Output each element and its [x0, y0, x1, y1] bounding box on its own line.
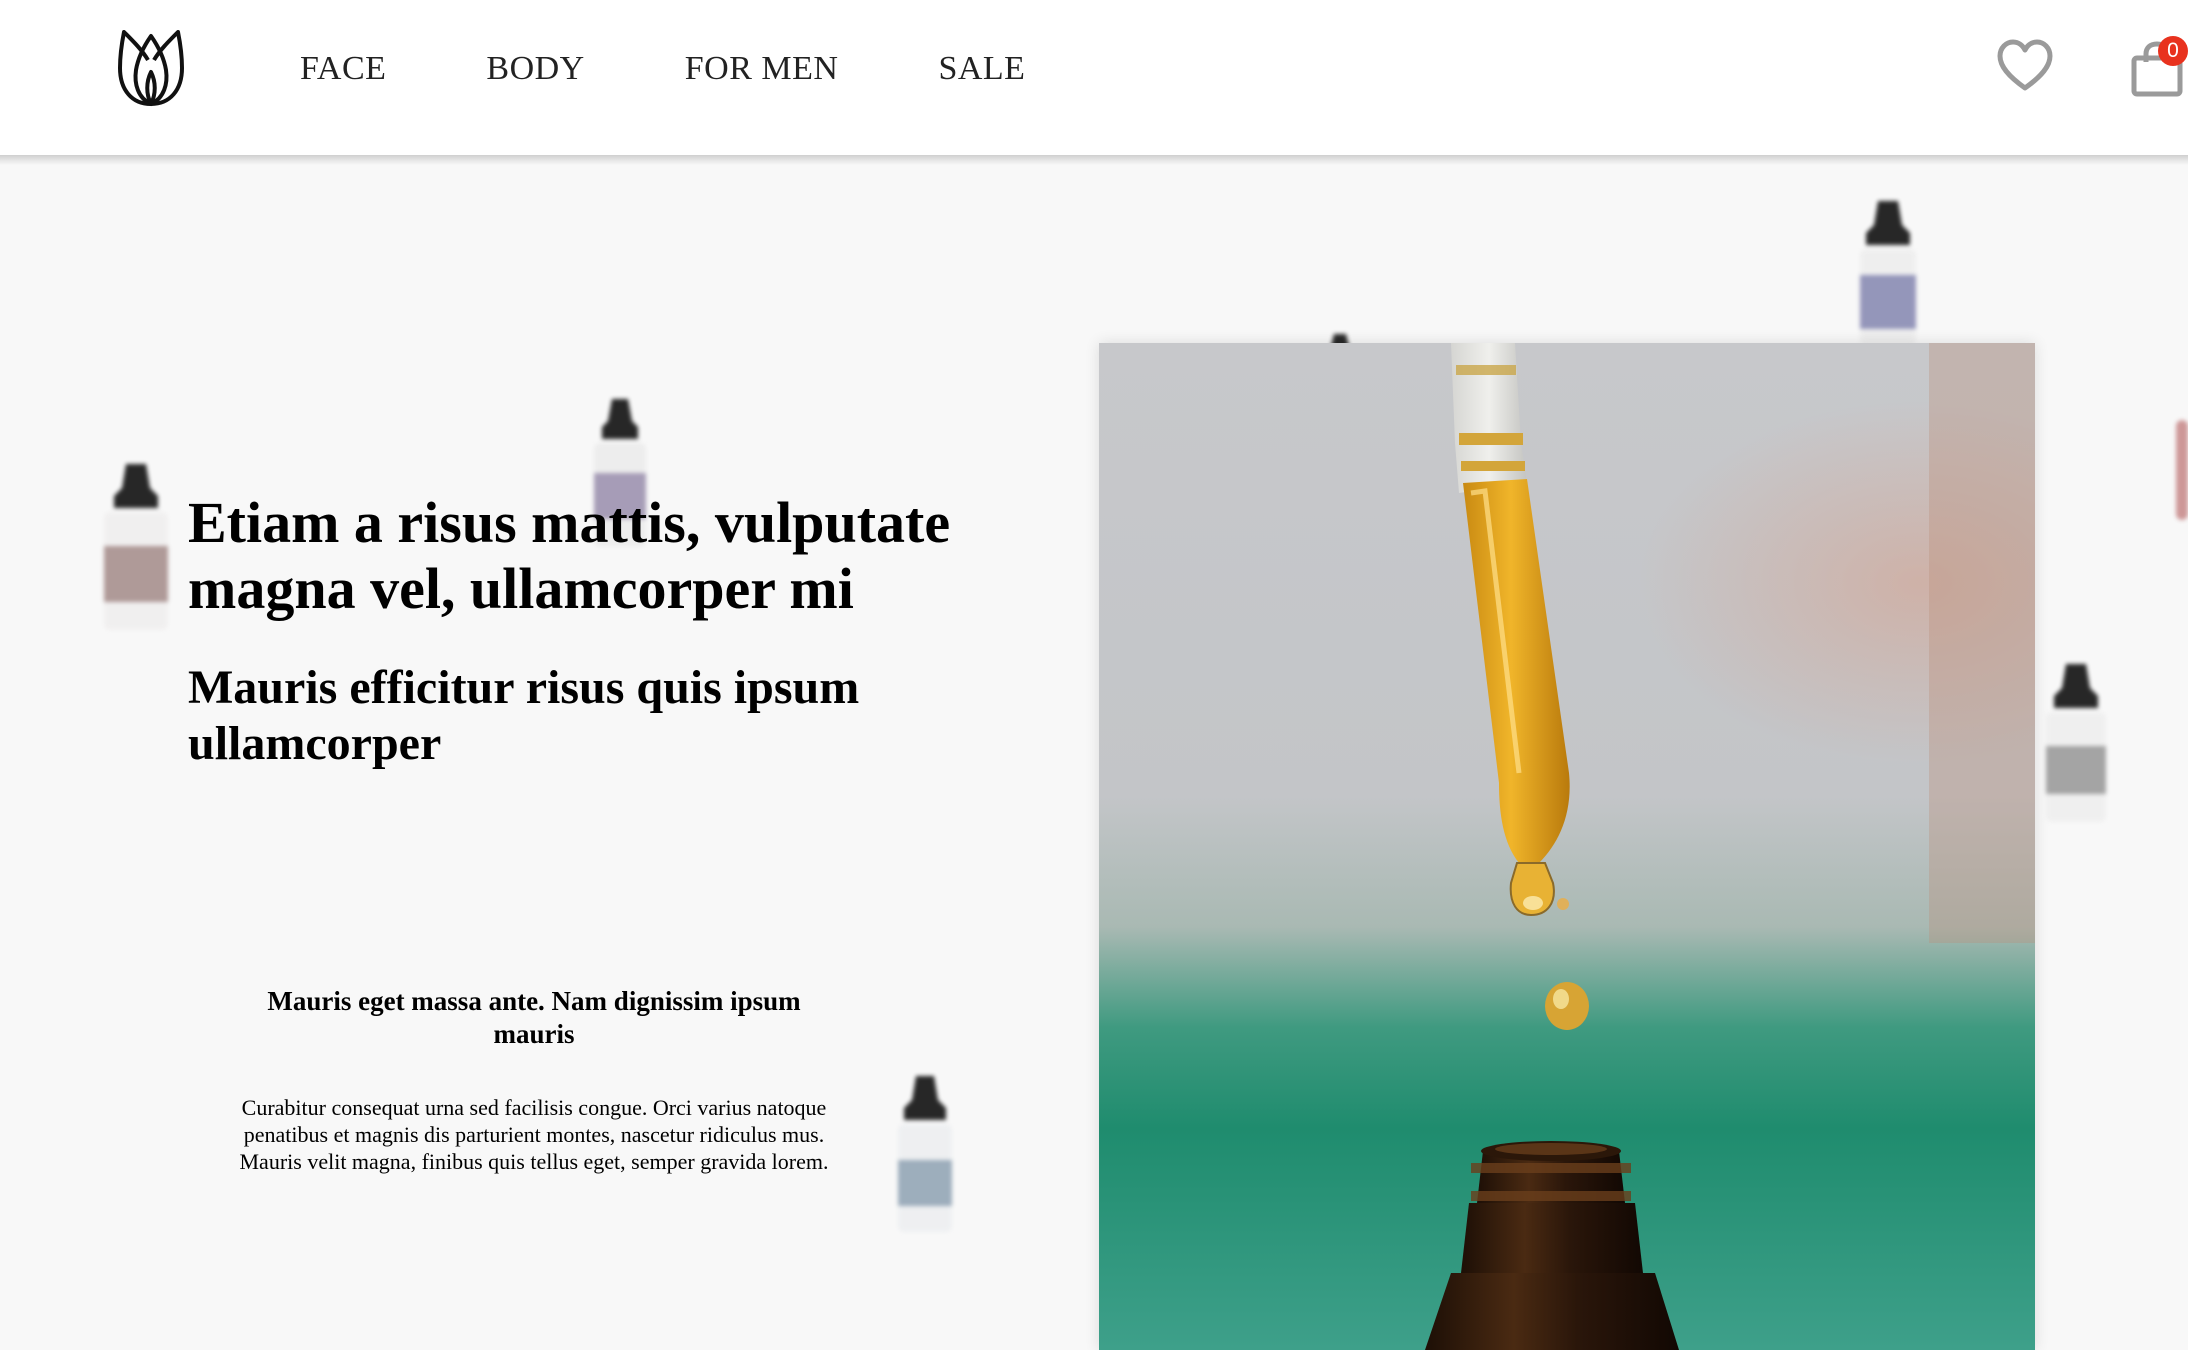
heart-icon[interactable]	[1996, 38, 2054, 94]
decorative-bottle-icon	[1860, 201, 1916, 345]
decorative-bottle-icon	[104, 464, 168, 630]
nav-item-for-men[interactable]: FOR MEN	[685, 50, 839, 88]
decorative-bottle-icon	[2046, 664, 2106, 822]
cart-count-badge: 0	[2158, 36, 2188, 66]
feature-body: Curabitur consequat urna sed facilisis c…	[239, 1095, 829, 1174]
header-divider	[0, 155, 2188, 165]
dropper-oil-bottle-photo	[1099, 343, 2035, 1350]
hero-subtitle: Mauris efficitur risus quis ipsum ullamc…	[188, 661, 860, 770]
hero-title: Etiam a risus mattis, vulputate magna ve…	[188, 490, 951, 621]
feature-title: Mauris eget massa ante. Nam dignissim ip…	[267, 986, 801, 1049]
decorative-bottle-icon	[898, 1076, 952, 1232]
site-header: FACE BODY FOR MEN SALE 0	[0, 0, 2188, 155]
decorative-bottle-icon	[2176, 420, 2188, 520]
dropper-illustration	[1425, 343, 2035, 1350]
nav-item-sale[interactable]: SALE	[938, 50, 1025, 88]
main-nav: FACE BODY FOR MEN SALE	[300, 50, 1025, 88]
lotus-logo-icon[interactable]	[112, 24, 190, 108]
nav-item-face[interactable]: FACE	[300, 50, 386, 88]
nav-item-body[interactable]: BODY	[486, 50, 584, 88]
